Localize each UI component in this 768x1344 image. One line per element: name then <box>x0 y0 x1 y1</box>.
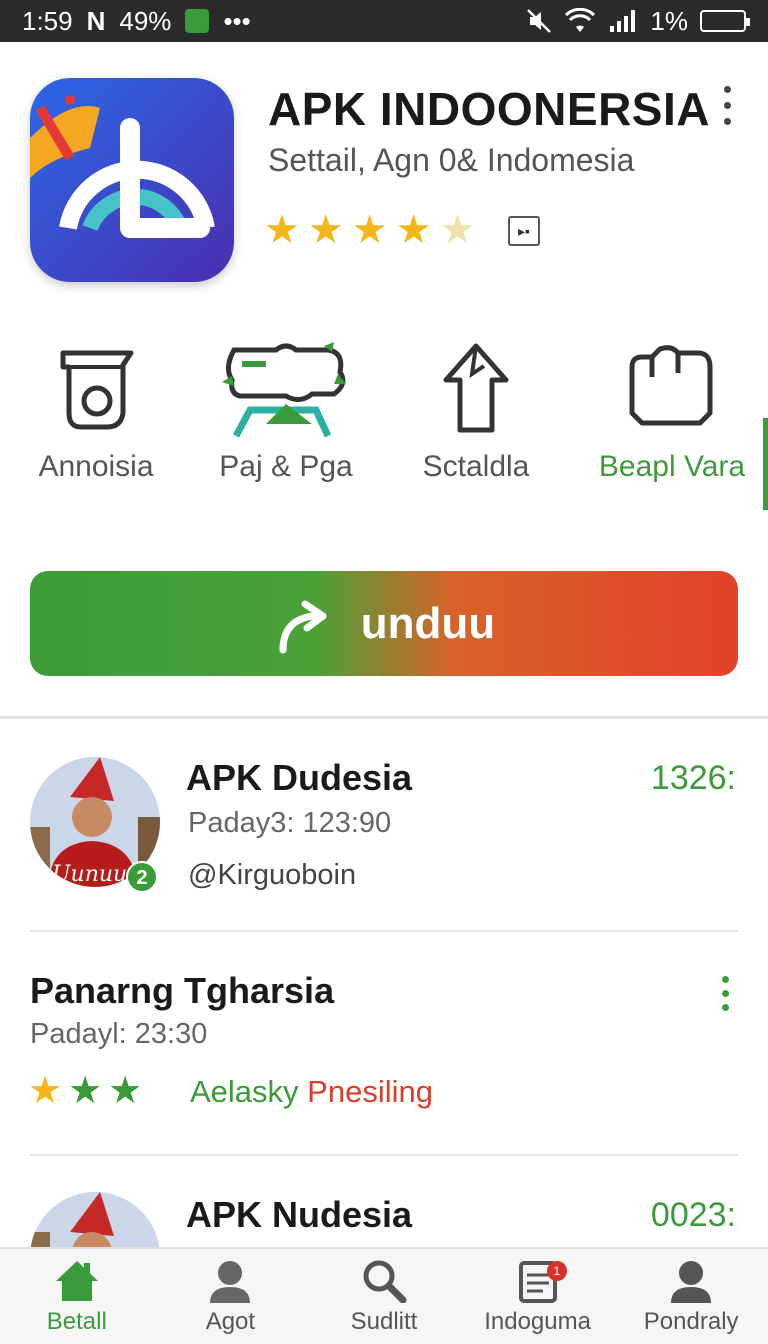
app-subtitle: Settail, Agn 0& Indomesia <box>268 142 635 178</box>
star-icon: ★ <box>108 1070 143 1112</box>
star-icon: ★ <box>264 208 300 252</box>
list-item-title: APK Dudesia <box>186 757 413 798</box>
camera-icon <box>60 350 134 430</box>
list-item-time: 1326: <box>650 759 736 797</box>
category-item[interactable]: Annoisia <box>6 340 186 484</box>
details-icon[interactable]: ▸▪ <box>508 216 540 246</box>
wifi-icon <box>565 8 596 32</box>
list-item[interactable]: Panarng Tgharsia Padayl: 23:30 ★ ★ ★ Ael… <box>0 932 768 1154</box>
app-rating: ★ ★ ★ ★ ★ <box>264 210 475 250</box>
list-item[interactable]: APK Nudesia 0023: <box>0 1156 768 1247</box>
category-label: Annoisia <box>38 450 154 483</box>
avatar <box>30 1192 160 1247</box>
nav-search[interactable]: Sudlitt <box>307 1249 461 1344</box>
nav-agot[interactable]: Agot <box>154 1249 308 1344</box>
category-item[interactable]: Beapl Vara <box>582 340 762 484</box>
landscape-icon <box>222 342 346 438</box>
download-label: unduu <box>360 598 496 648</box>
list-item-title: APK Nudesia <box>186 1194 413 1235</box>
more-notifications-icon: ••• <box>223 5 251 36</box>
avatar-badge: 2 <box>126 861 158 893</box>
list-item-title: Panarng Tgharsia <box>30 970 335 1011</box>
battery-percent-right: 1% <box>650 5 688 36</box>
signal-icon <box>610 10 636 32</box>
star-icon: ★ <box>28 1070 63 1112</box>
star-icon: ★ <box>351 208 388 252</box>
nav-label: Agot <box>205 1308 256 1335</box>
app-title: APK INDOONERSIA <box>268 83 710 135</box>
list-item-subtitle: Padayl: 23:30 <box>30 1018 208 1050</box>
more-options-icon[interactable] <box>722 976 732 1011</box>
home-icon <box>55 1261 98 1301</box>
status-bar: 1:59 N 49% ••• 1% <box>0 0 768 42</box>
list-item-subtitle: Paday3: 123:90 <box>188 807 392 839</box>
notification-badge: 1 <box>546 1261 567 1281</box>
nav-label: Betall <box>46 1308 107 1335</box>
mute-icon <box>527 9 552 33</box>
redo-arrow-icon <box>279 600 327 653</box>
nav-profile[interactable]: Pondraly <box>614 1249 768 1344</box>
list-item[interactable]: Uunuu 2 APK Dudesia Paday3: 123:90 @Kirg… <box>0 719 768 931</box>
category-item[interactable]: Paj & Pga <box>196 340 376 484</box>
bottom-navigation: Betall Agot Sudlitt 1 Indoguma Pondraly <box>0 1247 768 1344</box>
nav-indoguma[interactable]: 1 Indoguma <box>461 1249 615 1344</box>
category-scroll-indicator <box>763 418 768 510</box>
more-options-icon[interactable] <box>712 86 742 166</box>
star-icon: ★ <box>68 1070 103 1112</box>
half-star-icon: ★ <box>439 208 476 252</box>
bag-icon <box>629 345 713 426</box>
app-logo <box>30 78 234 282</box>
category-label: Beapl Vara <box>598 450 746 483</box>
list-item-time: 0023: <box>650 1196 736 1234</box>
app-header: APK INDOONERSIA Settail, Agn 0& Indomesi… <box>0 42 768 302</box>
battery-percent-left: 49% <box>119 5 172 36</box>
list-item-handle: @Kirguoboin <box>188 859 357 891</box>
nav-label: Pondraly <box>643 1308 739 1335</box>
person-icon <box>210 1261 251 1303</box>
app-notification-icon <box>185 9 210 33</box>
search-icon <box>363 1260 407 1303</box>
nav-home[interactable]: Betall <box>0 1249 154 1344</box>
category-item[interactable]: Sctaldla <box>386 340 566 484</box>
battery-icon <box>700 10 750 32</box>
nav-label: Sudlitt <box>350 1308 418 1335</box>
nav-label: Indoguma <box>484 1308 591 1335</box>
notification-icon: N <box>86 5 106 36</box>
category-bar: Annoisia Paj & Pga Sctaldla Beapl Vara <box>0 340 768 510</box>
share-upload-icon <box>443 343 509 433</box>
star-icon: ★ <box>395 208 432 252</box>
list-item-rating: ★ ★ ★ <box>28 1072 142 1110</box>
category-label: Sctaldla <box>422 450 530 483</box>
profile-icon <box>671 1261 712 1303</box>
svg-text:Uunuu: Uunuu <box>52 862 127 887</box>
download-button[interactable]: unduu <box>30 571 738 676</box>
tag-red: Pnesiling <box>307 1074 433 1109</box>
status-time: 1:59 <box>22 5 73 36</box>
star-icon: ★ <box>307 208 344 252</box>
category-label: Paj & Pga <box>219 450 353 483</box>
tag-green: Aelasky <box>190 1074 299 1109</box>
